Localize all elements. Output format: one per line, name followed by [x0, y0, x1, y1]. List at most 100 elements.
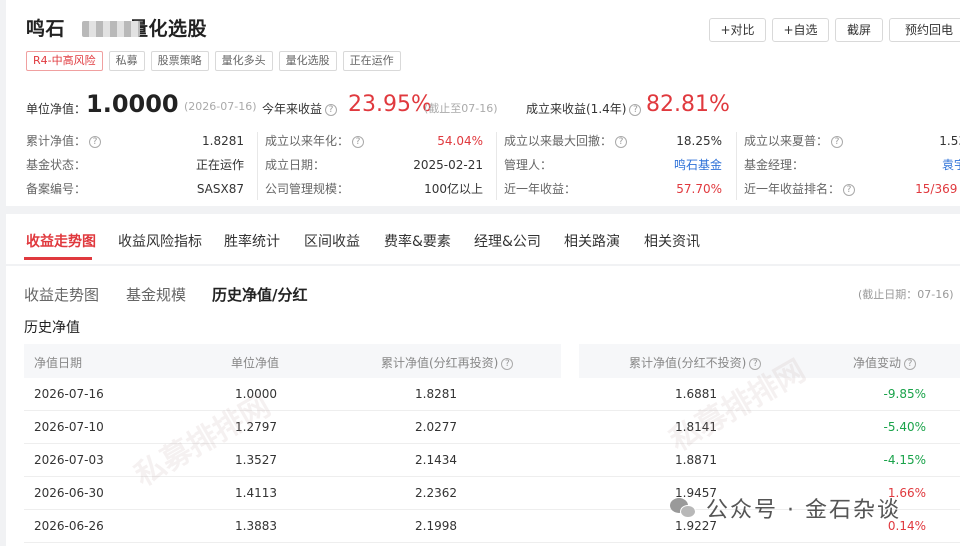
col-cum-nav-no-reinvest: 累计净值(分红不投资)? — [629, 354, 762, 371]
detail-label: 成立以来年化：? — [265, 131, 365, 151]
tab-roadshows[interactable]: 相关路演 — [564, 231, 620, 251]
subtab-history-nav[interactable]: 历史净值/分红 — [212, 284, 307, 305]
wechat-icon — [670, 496, 698, 520]
unit-nav-cell: 1.3527 — [235, 453, 277, 467]
cum-nav-no-reinvest-cell: 1.8871 — [675, 453, 717, 467]
table-header-left: 净值日期 单位净值 累计净值(分红再投资)? — [24, 344, 561, 378]
screenshot-button[interactable]: 截屏 — [835, 18, 883, 42]
detail-value: 正在运作 — [195, 158, 244, 172]
compare-button[interactable]: +对比 — [709, 18, 766, 42]
detail-value: 1.8281 — [202, 134, 244, 148]
tab-period-return[interactable]: 区间收益 — [304, 231, 360, 251]
detail-label: 累计净值：? — [26, 131, 102, 151]
nav-date-cell: 2026-07-10 — [34, 420, 104, 434]
table-row: 2026-07-10 1.2797 2.0277 1.8141 -5.40% — [24, 411, 960, 444]
book-callback-button[interactable]: 预约回电 — [889, 18, 960, 42]
cum-nav-reinvest-cell: 2.1998 — [415, 519, 457, 533]
strategy-tag: 股票策略 — [150, 51, 209, 71]
help-icon[interactable]: ? — [352, 135, 365, 148]
detail-label: 基金经理： — [744, 158, 805, 172]
fund-title-prefix: 鸣石 — [26, 18, 66, 40]
main-tabs: 收益走势图 收益风险指标 胜率统计 区间收益 费率&要素 经理&公司 相关路演 … — [6, 214, 960, 264]
unit-nav-cell: 1.0000 — [235, 387, 277, 401]
detail-label: 公司管理规模： — [265, 182, 350, 196]
detail-value: 18.25% — [676, 134, 722, 148]
tab-manager-company[interactable]: 经理&公司 — [474, 231, 541, 251]
table-row: 2026-07-16 1.0000 1.8281 1.6881 -9.85% — [24, 378, 960, 411]
detail-label: 成立以来最大回撤：? — [504, 131, 628, 151]
style-tag: 量化选股 — [278, 51, 337, 71]
help-icon[interactable]: ? — [89, 135, 102, 148]
detail-label: 近一年收益： — [504, 182, 577, 196]
nav-date-cell: 2026-06-26 — [34, 519, 104, 533]
tab-fees[interactable]: 费率&要素 — [384, 231, 451, 251]
nav-date-cell: 2026-07-03 — [34, 453, 104, 467]
detail-value: 57.70% — [676, 182, 722, 196]
redacted-title-mask — [82, 21, 140, 37]
fund-tags: R4-中高风险 私募 股票策略 量化多头 量化选股 正在运作 — [26, 51, 401, 71]
divider — [257, 132, 258, 200]
fund-title-suffix: 量化选股 — [129, 18, 208, 40]
divider — [736, 132, 737, 200]
col-cum-nav-reinvest: 累计净值(分红再投资)? — [381, 354, 514, 371]
help-icon[interactable]: ? — [831, 135, 844, 148]
nav-label: 单位净值： — [26, 102, 87, 116]
nav-value: 1.0000 — [86, 90, 179, 118]
nav-date-cell: 2026-07-16 — [34, 387, 104, 401]
active-tab-indicator — [24, 257, 92, 260]
help-icon[interactable]: ? — [615, 135, 628, 148]
since-inception-value: 82.81% — [646, 92, 730, 117]
detail-label: 近一年收益排名：? — [744, 179, 856, 199]
cum-nav-reinvest-cell: 2.2362 — [415, 486, 457, 500]
nav-date: (2026-07-16) — [184, 100, 257, 113]
fund-manager-link[interactable]: 袁宇 — [896, 155, 960, 175]
table-row: 2026-07-03 1.3527 2.1434 1.8871 -4.15% — [24, 444, 960, 477]
add-watchlist-button[interactable]: +自选 — [772, 18, 829, 42]
unit-nav-cell: 1.3883 — [235, 519, 277, 533]
sub-strategy-tag: 量化多头 — [214, 51, 273, 71]
detail-label: 成立日期： — [265, 158, 326, 172]
divider — [496, 132, 497, 200]
tab-win-rate[interactable]: 胜率统计 — [224, 231, 280, 251]
help-icon[interactable]: ? — [843, 183, 856, 196]
cum-nav-reinvest-cell: 2.0277 — [415, 420, 457, 434]
detail-label: 成立以来夏普：? — [744, 131, 844, 151]
detail-value: 100亿以上 — [424, 182, 483, 196]
fund-type-tag: 私募 — [108, 51, 145, 71]
risk-level-tag: R4-中高风险 — [26, 51, 103, 71]
detail-label: 备案编号： — [26, 182, 87, 196]
detail-label: 基金状态： — [26, 158, 87, 172]
cum-nav-no-reinvest-cell: 1.6881 — [675, 387, 717, 401]
wechat-official-account-badge: 公众号 · 金石杂谈 — [670, 490, 901, 526]
fund-header-card: 鸣石 量化选股 R4-中高风险 私募 股票策略 量化多头 量化选股 正在运作 +对… — [6, 0, 960, 206]
subtab-return-chart[interactable]: 收益走势图 — [24, 284, 99, 305]
wechat-account-name: 公众号 · 金石杂谈 — [706, 498, 901, 523]
manager-company-link[interactable]: 鸣石基金 — [636, 155, 722, 175]
cum-nav-reinvest-cell: 2.1434 — [415, 453, 457, 467]
nav-change-cell: -5.40% — [883, 420, 926, 434]
col-unit-nav: 单位净值 — [231, 356, 280, 370]
nav-change-cell: -9.85% — [883, 387, 926, 401]
unit-nav-cell: 1.4113 — [235, 486, 277, 500]
subtab-fund-size[interactable]: 基金规模 — [126, 284, 186, 305]
ranking-value[interactable]: 15/369 › — [882, 179, 960, 199]
cum-nav-no-reinvest-cell: 1.8141 — [675, 420, 717, 434]
action-buttons: +对比 +自选 截屏 预约回电 — [709, 18, 960, 42]
help-icon[interactable]: ? — [749, 357, 762, 370]
help-icon[interactable]: ? — [904, 357, 917, 370]
kpi-row: 单位净值： 1.0000 (2026-07-16) 今年来收益? 23.95% … — [26, 90, 960, 122]
help-icon[interactable]: ? — [629, 103, 642, 116]
help-icon[interactable]: ? — [325, 103, 338, 116]
ytd-return-value: 23.95% — [348, 92, 432, 117]
ytd-return-note: (截止至07-16) — [424, 102, 498, 115]
detail-value: 1.53 — [939, 134, 960, 148]
tab-return-chart[interactable]: 收益走势图 — [26, 231, 96, 251]
nav-date-cell: 2026-06-30 — [34, 486, 104, 500]
detail-value: 2025-02-21 — [413, 158, 483, 172]
tab-risk-metrics[interactable]: 收益风险指标 — [118, 231, 202, 251]
help-icon[interactable]: ? — [501, 357, 514, 370]
detail-value: 54.04% — [437, 134, 483, 148]
detail-value: SASX87 — [196, 182, 244, 196]
since-inception-label: 成立来收益(1.4年)? — [526, 100, 642, 117]
tab-news[interactable]: 相关资讯 — [644, 231, 700, 251]
